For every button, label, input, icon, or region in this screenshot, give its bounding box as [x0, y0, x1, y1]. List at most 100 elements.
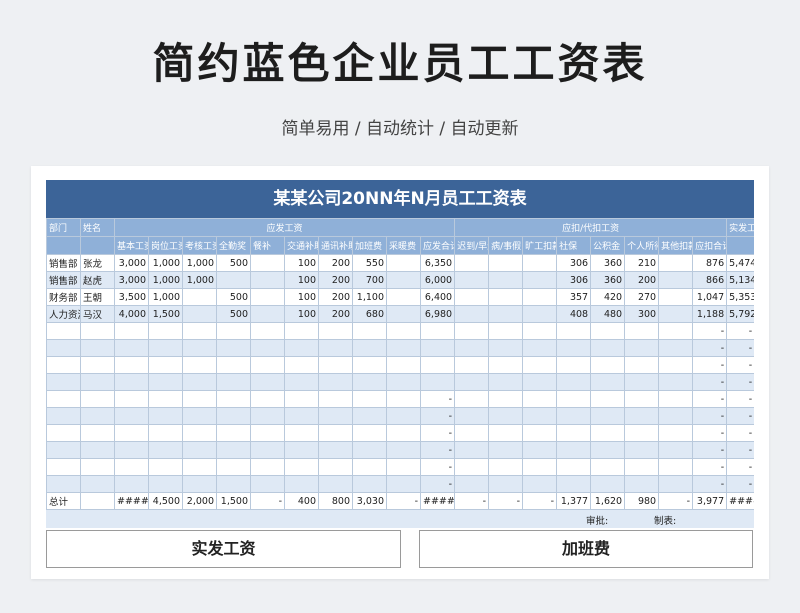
table-cell[interactable]	[46, 373, 81, 391]
table-cell[interactable]: -	[692, 390, 728, 408]
table-cell[interactable]	[590, 475, 626, 493]
table-cell[interactable]	[624, 322, 660, 340]
table-cell[interactable]: 1,100	[352, 288, 387, 306]
table-cell[interactable]	[284, 339, 319, 357]
table-cell[interactable]: 3,000	[114, 271, 149, 289]
table-cell[interactable]: -	[726, 475, 754, 493]
table-cell[interactable]: 480	[590, 305, 626, 323]
table-cell[interactable]	[624, 390, 660, 408]
table-cell[interactable]: 3,500	[114, 288, 149, 306]
table-cell[interactable]	[352, 322, 387, 340]
table-cell[interactable]: -	[419, 424, 456, 442]
table-cell[interactable]	[454, 288, 490, 306]
table-cell[interactable]	[284, 407, 319, 425]
table-cell[interactable]	[182, 322, 217, 340]
table-cell[interactable]	[114, 356, 149, 374]
table-cell[interactable]	[250, 475, 285, 493]
table-cell[interactable]	[46, 458, 81, 476]
table-cell[interactable]	[590, 441, 626, 459]
table-cell[interactable]	[284, 458, 319, 476]
table-cell[interactable]	[454, 390, 490, 408]
table-cell[interactable]: -	[726, 458, 754, 476]
table-cell[interactable]	[284, 424, 319, 442]
table-cell[interactable]	[80, 441, 115, 459]
table-cell[interactable]	[590, 339, 626, 357]
table-cell[interactable]	[352, 373, 387, 391]
table-cell[interactable]	[250, 356, 285, 374]
table-cell[interactable]: 5,474	[726, 254, 754, 272]
table-cell[interactable]: -	[692, 339, 728, 357]
table-cell[interactable]	[318, 390, 353, 408]
table-cell[interactable]	[250, 322, 285, 340]
table-cell[interactable]	[148, 424, 183, 442]
table-cell[interactable]	[522, 475, 558, 493]
table-cell[interactable]	[488, 390, 524, 408]
table-cell[interactable]: -	[692, 407, 728, 425]
table-cell[interactable]	[386, 407, 421, 425]
table-cell[interactable]: -	[692, 475, 728, 493]
table-cell[interactable]: 200	[624, 271, 660, 289]
table-cell[interactable]	[658, 373, 694, 391]
table-cell[interactable]	[419, 339, 456, 357]
table-cell[interactable]	[590, 424, 626, 442]
table-cell[interactable]	[454, 271, 490, 289]
table-cell[interactable]	[454, 339, 490, 357]
table-cell[interactable]	[488, 441, 524, 459]
table-cell[interactable]	[522, 441, 558, 459]
table-cell[interactable]	[590, 390, 626, 408]
table-cell[interactable]: 680	[352, 305, 387, 323]
table-cell[interactable]	[352, 458, 387, 476]
table-cell[interactable]: 550	[352, 254, 387, 272]
table-cell[interactable]	[318, 424, 353, 442]
table-cell[interactable]	[386, 339, 421, 357]
table-cell[interactable]	[216, 475, 251, 493]
table-cell[interactable]	[182, 458, 217, 476]
table-cell[interactable]	[658, 322, 694, 340]
table-cell[interactable]	[114, 475, 149, 493]
table-cell[interactable]: -	[726, 407, 754, 425]
table-cell[interactable]	[488, 254, 524, 272]
table-cell[interactable]	[318, 407, 353, 425]
table-cell[interactable]	[46, 322, 81, 340]
table-cell[interactable]: 100	[284, 254, 319, 272]
table-cell[interactable]	[522, 305, 558, 323]
table-cell[interactable]	[80, 339, 115, 357]
table-cell[interactable]	[216, 356, 251, 374]
table-cell[interactable]	[114, 424, 149, 442]
table-cell[interactable]	[250, 390, 285, 408]
table-cell[interactable]	[46, 424, 81, 442]
table-cell[interactable]	[386, 288, 421, 306]
table-cell[interactable]	[522, 322, 558, 340]
table-cell[interactable]	[624, 339, 660, 357]
table-cell[interactable]	[488, 271, 524, 289]
table-cell[interactable]	[284, 390, 319, 408]
table-cell[interactable]	[454, 407, 490, 425]
table-cell[interactable]: 6,980	[419, 305, 456, 323]
table-cell[interactable]	[182, 339, 217, 357]
table-cell[interactable]: 306	[556, 271, 592, 289]
table-cell[interactable]: -	[726, 356, 754, 374]
table-cell[interactable]	[80, 373, 115, 391]
table-cell[interactable]	[148, 475, 183, 493]
table-cell[interactable]	[250, 254, 285, 272]
table-cell[interactable]	[454, 322, 490, 340]
table-cell[interactable]	[658, 458, 694, 476]
table-cell[interactable]	[658, 424, 694, 442]
table-cell[interactable]	[522, 424, 558, 442]
table-cell[interactable]	[556, 356, 592, 374]
table-cell[interactable]	[488, 458, 524, 476]
table-cell[interactable]	[522, 390, 558, 408]
table-cell[interactable]	[658, 271, 694, 289]
table-cell[interactable]	[522, 254, 558, 272]
table-cell[interactable]	[46, 475, 81, 493]
table-cell[interactable]	[250, 458, 285, 476]
table-cell[interactable]: 357	[556, 288, 592, 306]
table-cell[interactable]	[522, 339, 558, 357]
table-cell[interactable]	[250, 373, 285, 391]
table-cell[interactable]	[624, 424, 660, 442]
table-cell[interactable]	[556, 458, 592, 476]
table-cell[interactable]: 306	[556, 254, 592, 272]
table-cell[interactable]	[352, 475, 387, 493]
table-cell[interactable]	[556, 322, 592, 340]
table-cell[interactable]: 马汉	[80, 305, 115, 323]
